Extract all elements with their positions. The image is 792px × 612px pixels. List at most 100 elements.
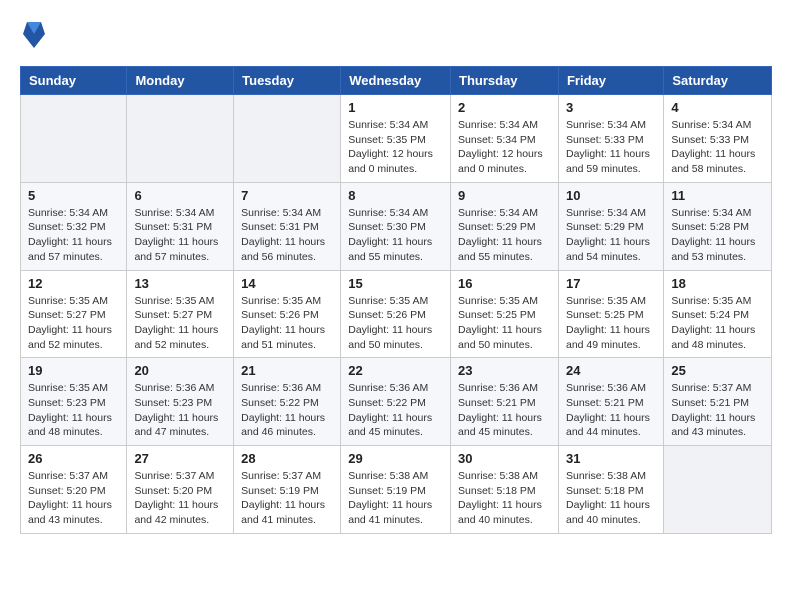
- calendar-cell: 3 Sunrise: 5:34 AMSunset: 5:33 PMDaylight…: [558, 95, 663, 183]
- day-info: Sunrise: 5:35 AMSunset: 5:24 PMDaylight:…: [671, 294, 764, 353]
- day-number: 19: [28, 363, 119, 378]
- day-number: 29: [348, 451, 443, 466]
- page-header: [20, 20, 772, 50]
- calendar-cell: 10 Sunrise: 5:34 AMSunset: 5:29 PMDayligh…: [558, 182, 663, 270]
- logo: [20, 20, 45, 50]
- day-info: Sunrise: 5:36 AMSunset: 5:22 PMDaylight:…: [241, 381, 333, 440]
- calendar-cell: 11 Sunrise: 5:34 AMSunset: 5:28 PMDayligh…: [664, 182, 772, 270]
- calendar-cell: 21 Sunrise: 5:36 AMSunset: 5:22 PMDayligh…: [234, 358, 341, 446]
- calendar-cell: 14 Sunrise: 5:35 AMSunset: 5:26 PMDayligh…: [234, 270, 341, 358]
- calendar-cell: 27Sunrise: 5:37 AMSunset: 5:20 PMDayligh…: [127, 446, 234, 534]
- calendar-cell: 17 Sunrise: 5:35 AMSunset: 5:25 PMDayligh…: [558, 270, 663, 358]
- day-info: Sunrise: 5:34 AMSunset: 5:31 PMDaylight:…: [134, 206, 226, 265]
- weekday-header-row: SundayMondayTuesdayWednesdayThursdayFrid…: [21, 67, 772, 95]
- day-info: Sunrise: 5:37 AMSunset: 5:21 PMDaylight:…: [671, 381, 764, 440]
- day-info: Sunrise: 5:34 AMSunset: 5:34 PMDaylight:…: [458, 118, 551, 177]
- day-info: Sunrise: 5:37 AMSunset: 5:19 PMDaylight:…: [241, 469, 333, 528]
- calendar-cell: 23 Sunrise: 5:36 AMSunset: 5:21 PMDayligh…: [451, 358, 559, 446]
- calendar-cell: 28 Sunrise: 5:37 AMSunset: 5:19 PMDayligh…: [234, 446, 341, 534]
- day-number: 9: [458, 188, 551, 203]
- calendar-week-1: 1 Sunrise: 5:34 AMSunset: 5:35 PMDaylight…: [21, 95, 772, 183]
- calendar-cell: 2 Sunrise: 5:34 AMSunset: 5:34 PMDaylight…: [451, 95, 559, 183]
- calendar-cell: 12Sunrise: 5:35 AMSunset: 5:27 PMDayligh…: [21, 270, 127, 358]
- day-info: Sunrise: 5:38 AMSunset: 5:19 PMDaylight:…: [348, 469, 443, 528]
- day-number: 21: [241, 363, 333, 378]
- calendar-week-3: 12Sunrise: 5:35 AMSunset: 5:27 PMDayligh…: [21, 270, 772, 358]
- weekday-header-monday: Monday: [127, 67, 234, 95]
- calendar-cell: 9Sunrise: 5:34 AMSunset: 5:29 PMDaylight…: [451, 182, 559, 270]
- calendar-cell: 18 Sunrise: 5:35 AMSunset: 5:24 PMDayligh…: [664, 270, 772, 358]
- day-number: 10: [566, 188, 656, 203]
- day-number: 31: [566, 451, 656, 466]
- weekday-header-sunday: Sunday: [21, 67, 127, 95]
- day-info: Sunrise: 5:34 AMSunset: 5:33 PMDaylight:…: [671, 118, 764, 177]
- day-number: 22: [348, 363, 443, 378]
- calendar-week-2: 5Sunrise: 5:34 AMSunset: 5:32 PMDaylight…: [21, 182, 772, 270]
- day-number: 11: [671, 188, 764, 203]
- logo-icon: [23, 20, 45, 50]
- day-number: 17: [566, 276, 656, 291]
- day-number: 28: [241, 451, 333, 466]
- day-info: Sunrise: 5:35 AMSunset: 5:25 PMDaylight:…: [458, 294, 551, 353]
- day-info: Sunrise: 5:38 AMSunset: 5:18 PMDaylight:…: [566, 469, 656, 528]
- calendar-cell: 16 Sunrise: 5:35 AMSunset: 5:25 PMDayligh…: [451, 270, 559, 358]
- day-number: 8: [348, 188, 443, 203]
- day-info: Sunrise: 5:34 AMSunset: 5:32 PMDaylight:…: [28, 206, 119, 265]
- day-info: Sunrise: 5:35 AMSunset: 5:26 PMDaylight:…: [241, 294, 333, 353]
- calendar-cell: 30Sunrise: 5:38 AMSunset: 5:18 PMDayligh…: [451, 446, 559, 534]
- weekday-header-wednesday: Wednesday: [341, 67, 451, 95]
- calendar-cell: 29 Sunrise: 5:38 AMSunset: 5:19 PMDayligh…: [341, 446, 451, 534]
- day-info: Sunrise: 5:34 AMSunset: 5:30 PMDaylight:…: [348, 206, 443, 265]
- weekday-header-saturday: Saturday: [664, 67, 772, 95]
- day-info: Sunrise: 5:35 AMSunset: 5:27 PMDaylight:…: [28, 294, 119, 353]
- day-number: 1: [348, 100, 443, 115]
- calendar-cell: 20Sunrise: 5:36 AMSunset: 5:23 PMDayligh…: [127, 358, 234, 446]
- calendar-week-5: 26Sunrise: 5:37 AMSunset: 5:20 PMDayligh…: [21, 446, 772, 534]
- day-info: Sunrise: 5:35 AMSunset: 5:25 PMDaylight:…: [566, 294, 656, 353]
- calendar-cell: [664, 446, 772, 534]
- day-number: 15: [348, 276, 443, 291]
- day-number: 24: [566, 363, 656, 378]
- calendar-cell: 4 Sunrise: 5:34 AMSunset: 5:33 PMDaylight…: [664, 95, 772, 183]
- day-number: 6: [134, 188, 226, 203]
- day-number: 25: [671, 363, 764, 378]
- day-number: 18: [671, 276, 764, 291]
- day-info: Sunrise: 5:34 AMSunset: 5:28 PMDaylight:…: [671, 206, 764, 265]
- day-number: 20: [134, 363, 226, 378]
- calendar-cell: 26Sunrise: 5:37 AMSunset: 5:20 PMDayligh…: [21, 446, 127, 534]
- calendar-table: SundayMondayTuesdayWednesdayThursdayFrid…: [20, 66, 772, 534]
- day-info: Sunrise: 5:34 AMSunset: 5:29 PMDaylight:…: [566, 206, 656, 265]
- calendar-cell: 31 Sunrise: 5:38 AMSunset: 5:18 PMDayligh…: [558, 446, 663, 534]
- calendar-cell: 5Sunrise: 5:34 AMSunset: 5:32 PMDaylight…: [21, 182, 127, 270]
- calendar-cell: [127, 95, 234, 183]
- day-info: Sunrise: 5:35 AMSunset: 5:26 PMDaylight:…: [348, 294, 443, 353]
- day-number: 2: [458, 100, 551, 115]
- day-number: 14: [241, 276, 333, 291]
- day-info: Sunrise: 5:34 AMSunset: 5:31 PMDaylight:…: [241, 206, 333, 265]
- day-info: Sunrise: 5:37 AMSunset: 5:20 PMDaylight:…: [28, 469, 119, 528]
- calendar-cell: 7 Sunrise: 5:34 AMSunset: 5:31 PMDaylight…: [234, 182, 341, 270]
- day-number: 13: [134, 276, 226, 291]
- calendar-body: 1 Sunrise: 5:34 AMSunset: 5:35 PMDaylight…: [21, 95, 772, 534]
- calendar-cell: 15 Sunrise: 5:35 AMSunset: 5:26 PMDayligh…: [341, 270, 451, 358]
- day-info: Sunrise: 5:36 AMSunset: 5:21 PMDaylight:…: [458, 381, 551, 440]
- day-info: Sunrise: 5:36 AMSunset: 5:21 PMDaylight:…: [566, 381, 656, 440]
- calendar-cell: 25 Sunrise: 5:37 AMSunset: 5:21 PMDayligh…: [664, 358, 772, 446]
- day-number: 23: [458, 363, 551, 378]
- day-number: 7: [241, 188, 333, 203]
- calendar-cell: [21, 95, 127, 183]
- calendar-cell: 19Sunrise: 5:35 AMSunset: 5:23 PMDayligh…: [21, 358, 127, 446]
- day-info: Sunrise: 5:37 AMSunset: 5:20 PMDaylight:…: [134, 469, 226, 528]
- day-number: 16: [458, 276, 551, 291]
- weekday-header-tuesday: Tuesday: [234, 67, 341, 95]
- calendar-week-4: 19Sunrise: 5:35 AMSunset: 5:23 PMDayligh…: [21, 358, 772, 446]
- day-number: 3: [566, 100, 656, 115]
- day-number: 4: [671, 100, 764, 115]
- calendar-cell: 13Sunrise: 5:35 AMSunset: 5:27 PMDayligh…: [127, 270, 234, 358]
- day-number: 30: [458, 451, 551, 466]
- weekday-header-thursday: Thursday: [451, 67, 559, 95]
- day-info: Sunrise: 5:36 AMSunset: 5:22 PMDaylight:…: [348, 381, 443, 440]
- day-info: Sunrise: 5:34 AMSunset: 5:33 PMDaylight:…: [566, 118, 656, 177]
- calendar-cell: 22 Sunrise: 5:36 AMSunset: 5:22 PMDayligh…: [341, 358, 451, 446]
- day-info: Sunrise: 5:34 AMSunset: 5:35 PMDaylight:…: [348, 118, 443, 177]
